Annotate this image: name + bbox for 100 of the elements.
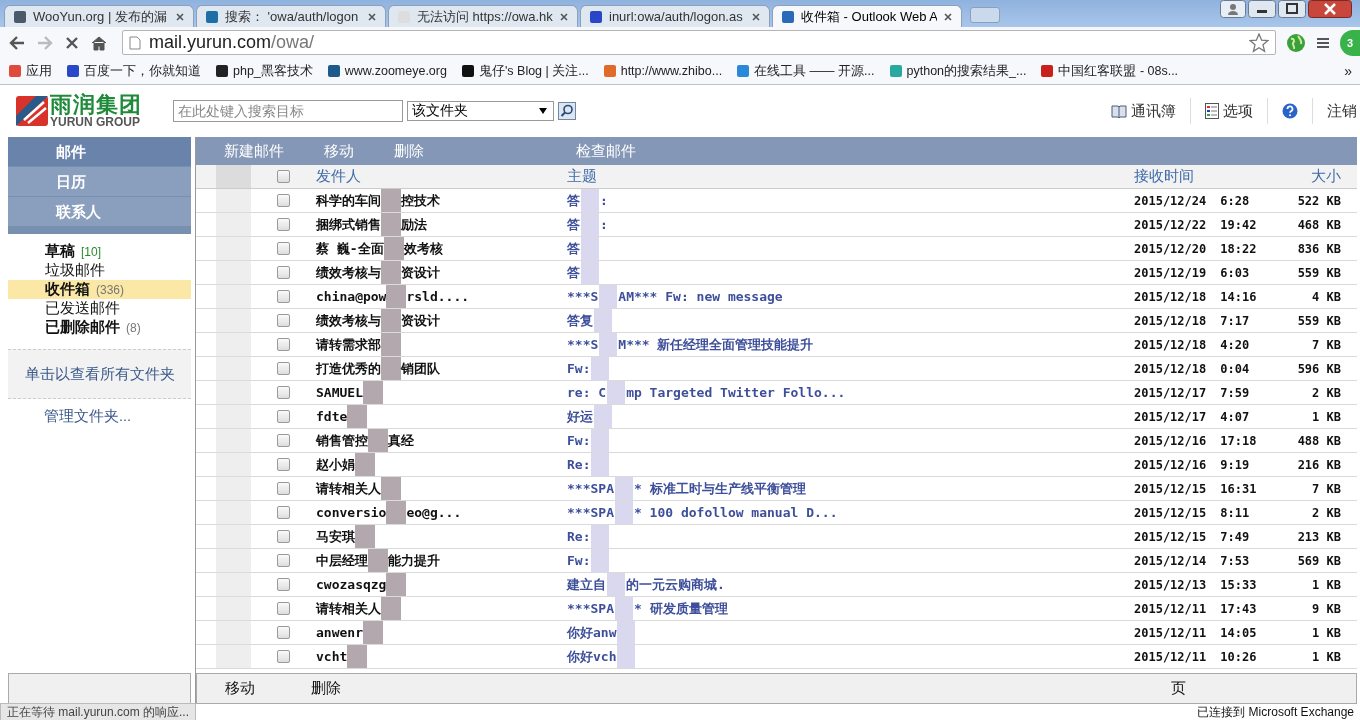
user-icon[interactable] (1220, 0, 1246, 18)
subject-link[interactable]: 答 (567, 191, 580, 210)
sender-text[interactable]: SAMUEL (316, 385, 363, 400)
row-checkbox[interactable] (277, 626, 290, 639)
sender-text[interactable]: 资设计 (401, 311, 440, 330)
toolbar-button[interactable]: 移动 (197, 679, 283, 698)
column-header[interactable]: 接收时间 (1134, 167, 1194, 186)
row-checkbox[interactable] (277, 362, 290, 375)
sender-text[interactable]: 真经 (388, 431, 414, 450)
subject-link[interactable]: : (600, 217, 608, 232)
more-bookmarks-button[interactable]: » (1344, 63, 1352, 79)
subject-link[interactable]: 好运 (567, 407, 593, 426)
maximize-icon[interactable] (1278, 0, 1306, 18)
stop-icon[interactable] (64, 34, 80, 51)
sender-text[interactable]: 绩效考核与 (316, 311, 381, 330)
folder-item[interactable]: 草稿 [10] (8, 242, 191, 261)
row-checkbox[interactable] (277, 554, 290, 567)
star-icon[interactable] (1249, 32, 1269, 53)
manage-folders-link[interactable]: 管理文件夹... (44, 408, 132, 424)
sender-text[interactable]: 销售管控 (316, 431, 368, 450)
bookmark[interactable]: 在线工具 —— 开源... (736, 62, 875, 80)
subject-link[interactable]: M*** 新任经理全面管理技能提升 (618, 335, 814, 354)
row-checkbox[interactable] (277, 194, 290, 207)
close-icon[interactable] (559, 11, 569, 22)
subject-link[interactable]: Fw: (567, 553, 591, 568)
bookmark[interactable]: php_黑客技术 (215, 62, 313, 80)
subject-link[interactable]: 答 (567, 215, 580, 234)
all-folders-link[interactable]: 单击以查看所有文件夹 (25, 366, 175, 382)
search-field[interactable]: 在此处键入搜索目标 (173, 100, 403, 122)
sender-text[interactable]: cwozasqzg (316, 577, 387, 592)
row-checkbox[interactable] (277, 458, 290, 471)
subject-link[interactable]: 你好vch (567, 647, 617, 666)
subject-link[interactable]: 答复 (567, 311, 593, 330)
subject-link[interactable]: Re: (567, 529, 591, 544)
subject-link[interactable]: ***SPA (567, 481, 614, 496)
column-header[interactable]: 大小 (1311, 168, 1341, 184)
row-checkbox[interactable] (277, 530, 290, 543)
subject-link[interactable]: Fw: (567, 433, 591, 448)
column-header[interactable]: 发件人 (316, 167, 361, 186)
subject-link[interactable]: 答 (567, 239, 580, 258)
sender-text[interactable]: 绩效考核与 (316, 263, 381, 282)
help-icon[interactable] (1282, 103, 1298, 119)
sender-text[interactable]: rsld.... (406, 289, 470, 304)
row-checkbox[interactable] (277, 506, 290, 519)
new-tab-button[interactable] (970, 7, 1000, 23)
subject-link[interactable]: * 研发质量管理 (633, 599, 728, 618)
row-checkbox[interactable] (277, 410, 290, 423)
bookmark[interactable]: 鬼仔's Blog | 关注... (460, 62, 589, 80)
folder-item[interactable]: 已发送邮件 (8, 299, 191, 318)
subject-link[interactable]: ***S (567, 289, 599, 304)
sender-text[interactable]: 请转需求部 (316, 335, 381, 354)
close-icon[interactable] (175, 11, 185, 22)
row-checkbox[interactable] (277, 650, 290, 663)
subject-link[interactable]: 你好anw (567, 623, 617, 642)
row-checkbox[interactable] (277, 386, 290, 399)
close-icon[interactable] (943, 11, 953, 22)
subject-link[interactable]: : (600, 193, 608, 208)
subject-link[interactable]: ***S (567, 337, 599, 352)
sender-text[interactable]: 马安琪 (316, 527, 355, 546)
sender-text[interactable]: 请转相关人 (316, 479, 381, 498)
folder-item[interactable]: 已删除邮件 (8) (8, 318, 191, 337)
close-icon[interactable] (751, 11, 761, 22)
address-bar[interactable]: mail.yurun.com/owa/ (122, 30, 1276, 55)
sender-text[interactable]: anwenr (316, 625, 363, 640)
sender-text[interactable]: 捆绑式销售 (316, 215, 381, 234)
column-header[interactable]: 主题 (567, 167, 597, 186)
row-checkbox[interactable] (277, 290, 290, 303)
globe-icon[interactable] (1286, 32, 1306, 53)
browser-tab[interactable]: inurl:owa/auth/logon.as (580, 5, 770, 27)
subject-link[interactable]: Re: (567, 457, 591, 472)
sender-text[interactable]: 销团队 (401, 359, 440, 378)
minimize-icon[interactable] (1248, 0, 1276, 18)
search-icon[interactable] (558, 102, 576, 120)
bookmark[interactable]: 中国红客联盟 - 08s... (1040, 62, 1179, 80)
sender-text[interactable]: 控技术 (401, 191, 440, 210)
select-all-checkbox[interactable] (277, 170, 290, 183)
sender-text[interactable]: 赵小娟 (316, 455, 355, 474)
close-icon[interactable] (367, 11, 377, 22)
sender-text[interactable]: 中层经理 (316, 551, 368, 570)
row-checkbox[interactable] (277, 434, 290, 447)
header-link[interactable]: 通讯簿 (1111, 101, 1176, 121)
bookmark[interactable]: www.zoomeye.org (326, 64, 447, 78)
bookmark[interactable]: http://www.zhibo... (602, 64, 723, 78)
sender-text[interactable]: 打造优秀的 (316, 359, 381, 378)
folder-item[interactable]: 收件箱 (336) (8, 280, 191, 299)
row-checkbox[interactable] (277, 338, 290, 351)
subject-link[interactable]: Fw: (567, 361, 591, 376)
sender-text[interactable]: 蔡 巍-全面 (316, 239, 384, 258)
bookmark[interactable]: 百度一下，你就知道 (66, 62, 201, 80)
sender-text[interactable]: 资设计 (401, 263, 440, 282)
sender-text[interactable]: 请转相关人 (316, 599, 381, 618)
row-checkbox[interactable] (277, 218, 290, 231)
sender-text[interactable]: 励法 (401, 215, 427, 234)
subject-link[interactable]: * 100 dofollow manual D... (633, 505, 838, 520)
subject-link[interactable]: ***SPA (567, 601, 614, 616)
menu-icon[interactable] (1316, 35, 1330, 50)
sender-text[interactable]: china@pow (316, 289, 387, 304)
row-checkbox[interactable] (277, 578, 290, 591)
subject-link[interactable]: 答 (567, 263, 580, 282)
sender-text[interactable]: 能力提升 (388, 551, 440, 570)
